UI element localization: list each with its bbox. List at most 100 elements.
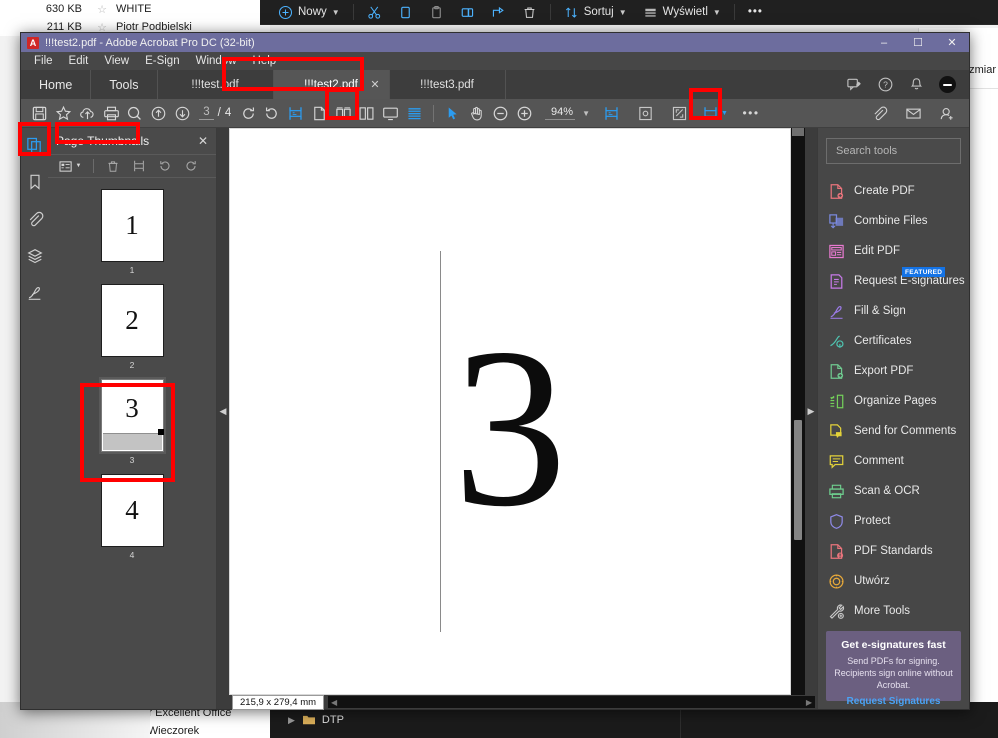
extract-pages-button[interactable] xyxy=(129,157,149,175)
copy-button[interactable] xyxy=(390,1,421,23)
menu-esign[interactable]: E-Sign xyxy=(138,52,187,70)
cut-button[interactable] xyxy=(359,1,390,23)
two-page-view-button[interactable] xyxy=(355,101,379,125)
tab-document-2[interactable]: !!!test2.pdf ✕ xyxy=(273,70,390,99)
tool-request-esignatures[interactable]: Request E-signatures FEATURED xyxy=(818,266,969,296)
thumbnail-page-1[interactable]: 1 1 xyxy=(100,189,164,275)
tool-comment[interactable]: Comment xyxy=(818,446,969,476)
thumbnail-list[interactable]: 1 1 2 2 3 3 4 4 xyxy=(48,178,216,709)
single-page-view-button[interactable] xyxy=(308,101,332,125)
save-button[interactable] xyxy=(28,101,52,125)
delete-pages-button[interactable] xyxy=(103,157,123,175)
thumbnail-options-button[interactable]: ▼ xyxy=(56,157,84,175)
page-thumbnails-rail-button[interactable] xyxy=(24,134,46,156)
tool-send-for-comments[interactable]: Send for Comments xyxy=(818,416,969,446)
rotate-counterclockwise-button[interactable] xyxy=(260,101,284,125)
tool-create-pdf[interactable]: Create PDF xyxy=(818,176,969,206)
zoom-in-button[interactable] xyxy=(512,101,536,125)
tool-scan-ocr[interactable]: Scan & OCR xyxy=(818,476,969,506)
attach-file-button[interactable] xyxy=(864,101,894,125)
thumbnail-page-2[interactable]: 2 2 xyxy=(100,284,164,370)
tool-fill-sign[interactable]: Fill & Sign xyxy=(818,296,969,326)
previous-page-arrow[interactable]: ◀ xyxy=(217,128,229,695)
share-button[interactable] xyxy=(483,1,514,23)
scroll-left-arrow[interactable]: ◀ xyxy=(331,698,337,707)
help-icon[interactable]: ? xyxy=(877,76,894,93)
page-canvas-container[interactable]: 3 xyxy=(229,128,791,695)
scrollbar-thumb[interactable] xyxy=(794,420,802,540)
tab-document-1[interactable]: !!!test.pdf xyxy=(158,70,274,99)
menu-edit[interactable]: Edit xyxy=(62,52,96,70)
fit-page-button[interactable] xyxy=(664,101,694,125)
tool-combine-files[interactable]: Combine Files xyxy=(818,206,969,236)
pdf-page[interactable]: 3 xyxy=(229,128,791,695)
tool-protect[interactable]: Protect xyxy=(818,506,969,536)
page-setup-button[interactable]: ▼ xyxy=(698,101,732,125)
paste-button[interactable] xyxy=(421,1,452,23)
attachments-rail-button[interactable] xyxy=(24,208,46,230)
page-layout-button[interactable] xyxy=(331,101,355,125)
tab-home[interactable]: Home xyxy=(21,70,92,99)
search-tools-input[interactable]: Search tools xyxy=(826,138,961,164)
zoom-control[interactable]: 94% ▼ xyxy=(545,106,590,120)
email-button[interactable] xyxy=(898,101,928,125)
upload-to-cloud-button[interactable] xyxy=(76,101,100,125)
more-tools-button[interactable]: ••• xyxy=(736,101,766,125)
rotate-right-button[interactable] xyxy=(181,157,201,175)
print-button[interactable] xyxy=(99,101,123,125)
more-options-button[interactable]: ••• xyxy=(740,1,771,23)
presentation-mode-button[interactable] xyxy=(379,101,403,125)
rename-button[interactable] xyxy=(452,1,483,23)
tool-organize-pages[interactable]: Organize Pages xyxy=(818,386,969,416)
horizontal-scrollbar[interactable]: ◀ ▶ xyxy=(328,696,815,708)
next-page-arrow[interactable]: ▶ xyxy=(805,128,817,695)
folder-label[interactable]: DTP xyxy=(322,714,344,726)
notification-bell-icon[interactable] xyxy=(908,76,925,93)
account-avatar[interactable] xyxy=(939,76,956,93)
rotate-clockwise-button[interactable] xyxy=(236,101,260,125)
hand-tool-button[interactable] xyxy=(465,101,489,125)
tab-document-3[interactable]: !!!test3.pdf xyxy=(390,70,506,99)
close-panel-icon[interactable]: ✕ xyxy=(198,134,208,148)
tab-tools[interactable]: Tools xyxy=(91,70,158,99)
tool-edit-pdf[interactable]: Edit PDF xyxy=(818,236,969,266)
menu-file[interactable]: File xyxy=(27,52,60,70)
chevron-down-icon[interactable]: ▼ xyxy=(582,109,590,118)
scroll-right-arrow[interactable]: ▶ xyxy=(806,698,812,707)
zoom-out-button[interactable] xyxy=(489,101,513,125)
split-view-secondary-button[interactable] xyxy=(596,101,626,125)
request-signatures-link[interactable]: Request Signatures xyxy=(834,696,953,707)
delete-button[interactable] xyxy=(514,1,545,23)
view-button[interactable]: Wyświetl ▼ xyxy=(635,1,729,23)
zoom-level-value[interactable]: 94% xyxy=(545,106,576,120)
current-page-input[interactable]: 3 xyxy=(199,106,214,120)
minimize-button[interactable]: – xyxy=(867,33,901,52)
select-tool-button[interactable] xyxy=(441,101,465,125)
share-feedback-icon[interactable] xyxy=(846,76,863,93)
chevron-right-icon[interactable]: ▶ xyxy=(288,715,295,726)
menu-window[interactable]: Window xyxy=(189,52,244,70)
sort-button[interactable]: Sortuj ▼ xyxy=(556,1,635,23)
signatures-rail-button[interactable] xyxy=(24,282,46,304)
rotate-left-button[interactable] xyxy=(155,157,175,175)
add-to-favorites-button[interactable] xyxy=(52,101,76,125)
crop-pages-button[interactable] xyxy=(630,101,660,125)
vertical-scrollbar[interactable] xyxy=(791,128,805,695)
split-view-button[interactable] xyxy=(284,101,308,125)
tool-utworz[interactable]: Utwórz xyxy=(818,566,969,596)
thumbnail-page-3[interactable]: 3 3 xyxy=(98,377,166,465)
menu-help[interactable]: Help xyxy=(246,52,284,70)
thumbnail-page-4[interactable]: 4 4 xyxy=(100,474,164,560)
tool-more-tools[interactable]: More Tools xyxy=(818,596,969,626)
close-icon[interactable]: ✕ xyxy=(370,78,379,91)
close-button[interactable]: ✕ xyxy=(935,33,969,52)
next-page-button[interactable] xyxy=(171,101,195,125)
bookmarks-rail-button[interactable] xyxy=(24,171,46,193)
explorer-file-row[interactable]: 630 KB ☆ WHITE xyxy=(0,0,270,18)
layers-rail-button[interactable] xyxy=(24,245,46,267)
tool-pdf-standards[interactable]: PDF Standards xyxy=(818,536,969,566)
thumbnail-resize-handle[interactable] xyxy=(157,429,164,435)
tool-export-pdf[interactable]: Export PDF xyxy=(818,356,969,386)
search-button[interactable] xyxy=(123,101,147,125)
previous-page-button[interactable] xyxy=(147,101,171,125)
